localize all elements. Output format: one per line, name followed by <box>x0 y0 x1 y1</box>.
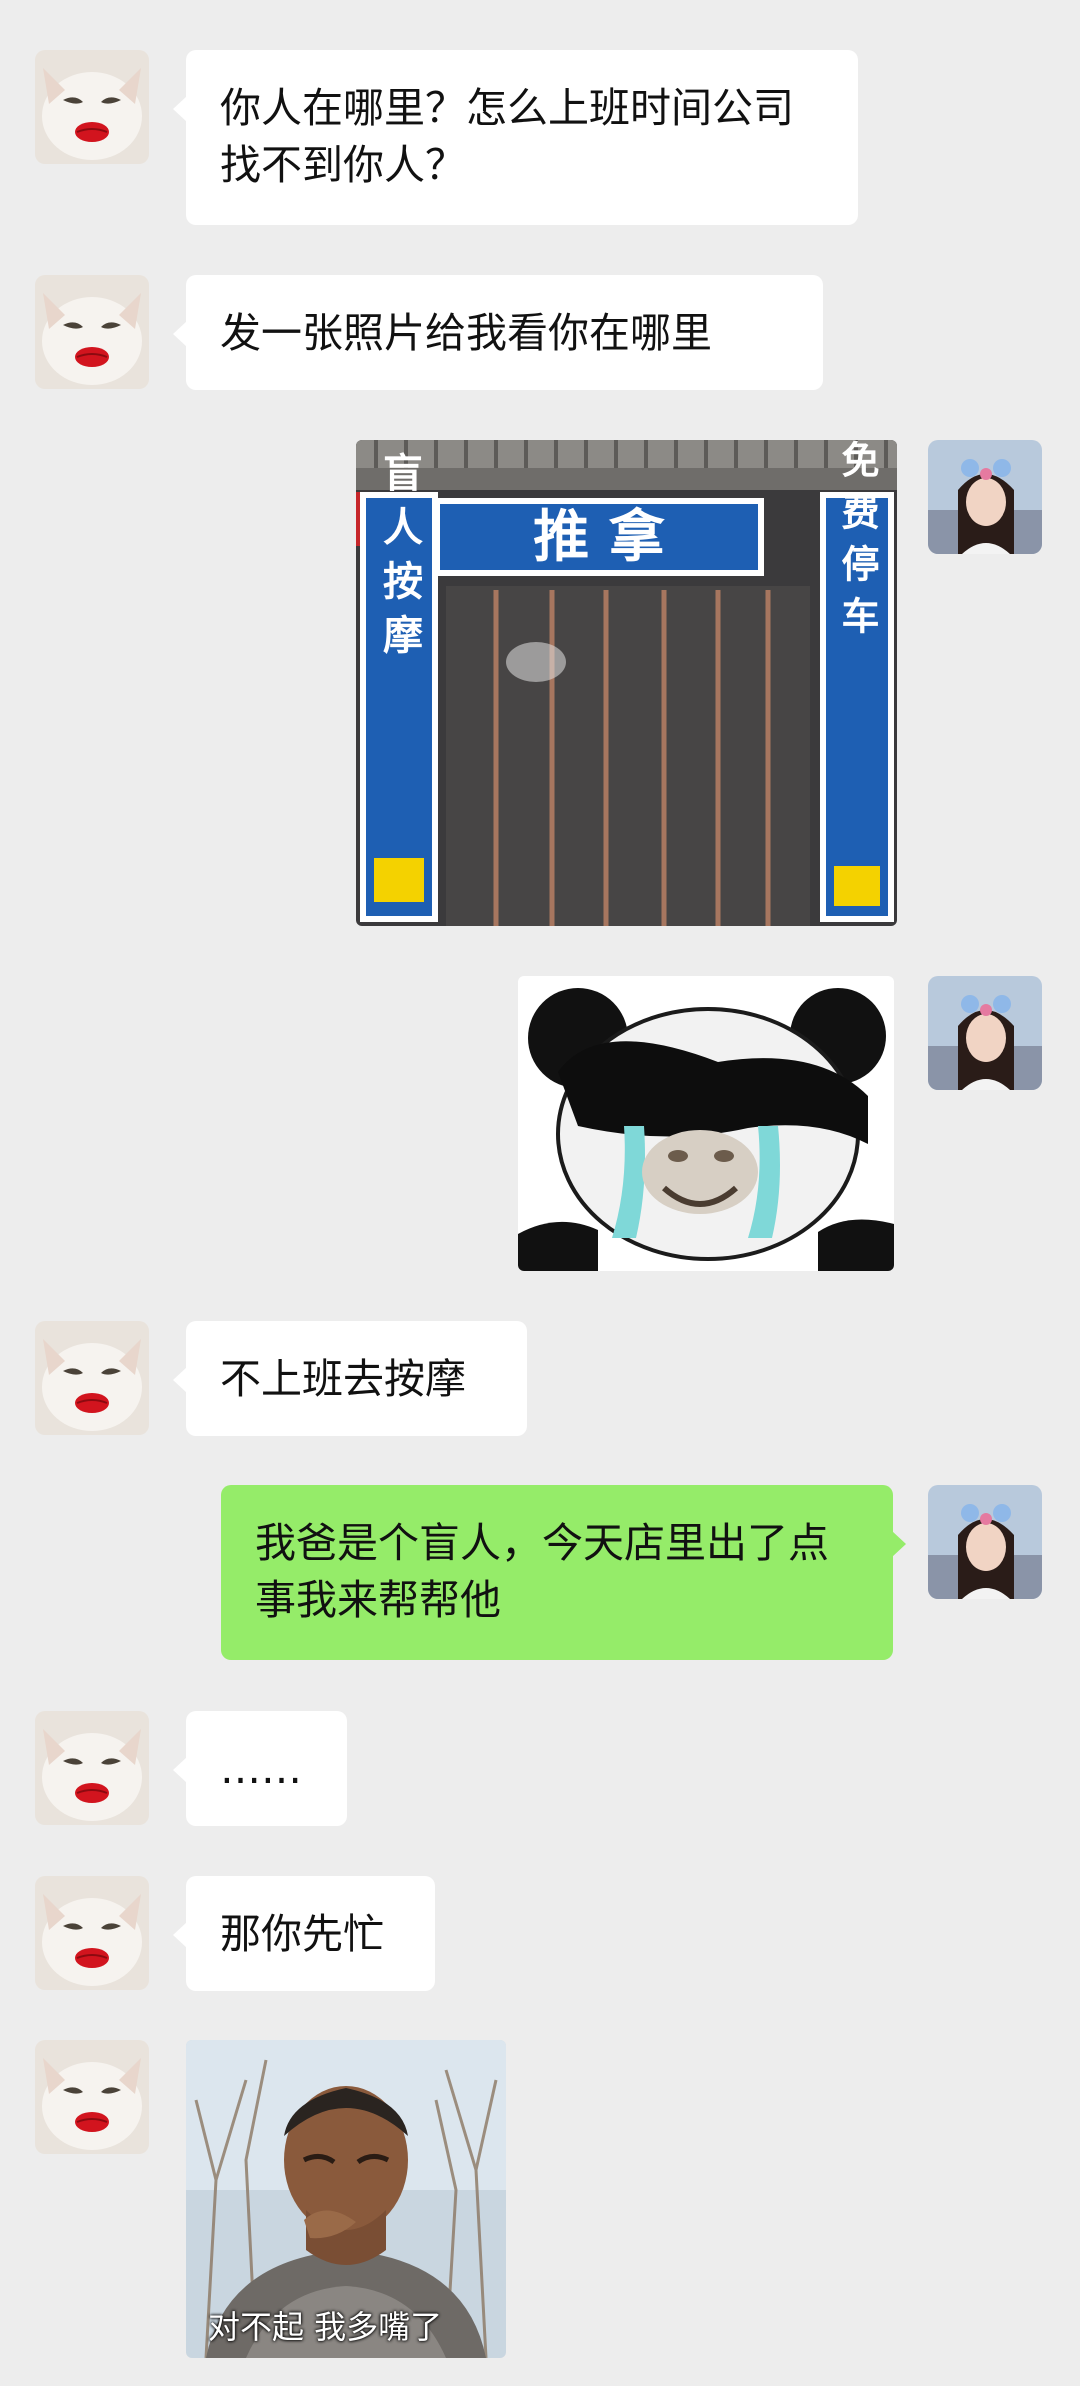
cat-avatar-icon <box>35 1876 149 1990</box>
bubble-tail <box>173 96 187 122</box>
boss-avatar[interactable] <box>35 2040 149 2154</box>
my-avatar[interactable] <box>928 440 1042 554</box>
girl-avatar-icon <box>928 440 1042 554</box>
message-text: …… <box>220 1745 302 1793</box>
message-text: 发一张照片给我看你在哪里 <box>220 309 712 357</box>
boss-avatar[interactable] <box>35 275 149 389</box>
boss-avatar[interactable] <box>35 1321 149 1435</box>
message-bubble[interactable]: …… <box>173 1711 347 1826</box>
cat-avatar-icon <box>35 1321 149 1435</box>
message-text: 那你先忙 <box>220 1910 384 1958</box>
message-text: 我爸是个盲人，今天店里出了点事我来帮帮他 <box>255 1519 829 1624</box>
girl-avatar-icon <box>928 1485 1042 1599</box>
girl-avatar-icon <box>928 976 1042 1090</box>
message-bubble[interactable]: 你人在哪里？怎么上班时间公司找不到你人？ <box>173 50 858 225</box>
boss-avatar[interactable] <box>35 1711 149 1825</box>
crying-man-sticker[interactable]: 对不起 我多嘴了 <box>186 2040 506 2358</box>
cat-avatar-icon <box>35 275 149 389</box>
bubble-tail <box>173 1757 187 1783</box>
sticker-caption: 对不起 我多嘴了 <box>208 2308 443 2346</box>
boss-avatar[interactable] <box>35 50 149 164</box>
cat-avatar-icon <box>35 2040 149 2154</box>
crying-panda-icon <box>518 976 894 1271</box>
message-bubble[interactable]: 我爸是个盲人，今天店里出了点事我来帮帮他 <box>221 1485 906 1660</box>
message-bubble[interactable]: 发一张照片给我看你在哪里 <box>173 275 823 390</box>
bubble-tail <box>173 1922 187 1948</box>
message-text: 你人在哪里？怎么上班时间公司找不到你人？ <box>220 84 794 189</box>
panda-sticker[interactable] <box>518 976 894 1271</box>
my-avatar[interactable] <box>928 1485 1042 1599</box>
my-avatar[interactable] <box>928 976 1042 1090</box>
cat-avatar-icon <box>35 50 149 164</box>
sign-right-column: 免费停车 <box>835 440 879 648</box>
message-bubble[interactable]: 那你先忙 <box>173 1876 435 1991</box>
sign-left-column: 盲人按摩 <box>376 452 423 668</box>
shop-photo[interactable]: 推 拿 盲人按摩 免费停车 <box>356 440 897 926</box>
bubble-tail <box>173 1367 187 1393</box>
bubble-tail <box>892 1531 906 1557</box>
cat-avatar-icon <box>35 1711 149 1825</box>
message-bubble[interactable]: 不上班去按摩 <box>173 1321 527 1436</box>
sign-main: 推 拿 <box>533 505 665 570</box>
bubble-tail <box>173 321 187 347</box>
boss-avatar[interactable] <box>35 1876 149 1990</box>
massage-shop-image: 推 拿 盲人按摩 免费停车 <box>356 440 897 926</box>
message-text: 不上班去按摩 <box>220 1355 466 1403</box>
